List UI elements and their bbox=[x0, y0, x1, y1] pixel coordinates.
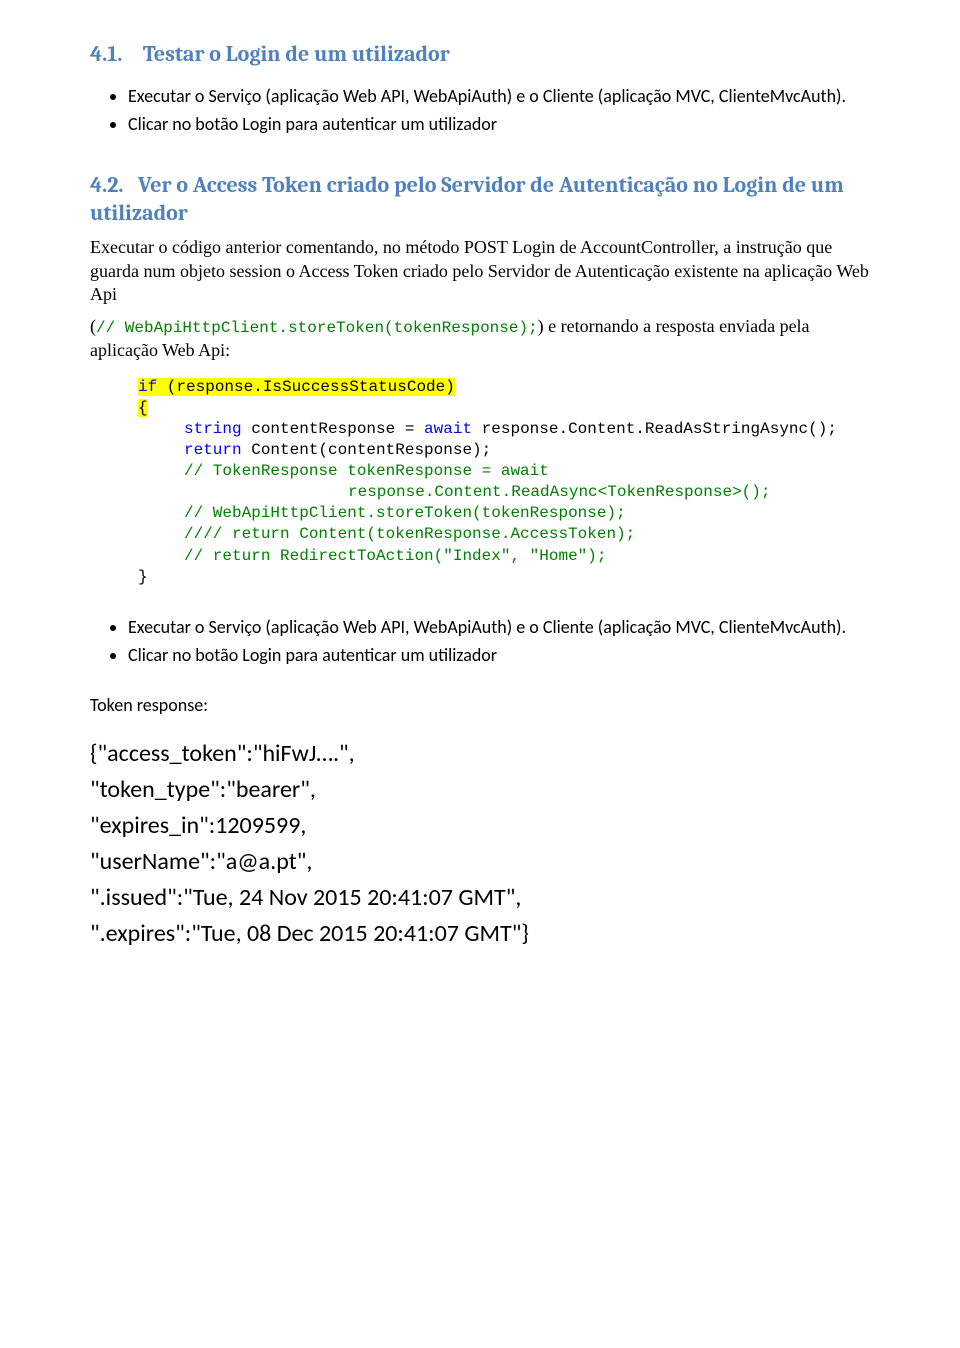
keyword-return: return bbox=[184, 441, 242, 459]
list-item: Clicar no botão Login para autenticar um… bbox=[128, 642, 870, 668]
section-heading-4-2: 4.2.Ver o Access Token criado pelo Servi… bbox=[90, 171, 870, 228]
section-title: Ver o Access Token criado pelo Servidor … bbox=[90, 172, 844, 227]
section-heading-4-1: 4.1. Testar o Login de um utilizador bbox=[90, 40, 870, 69]
code-comment-line: // WebApiHttpClient.storeToken(tokenResp… bbox=[138, 503, 870, 524]
code-line: string contentResponse = await response.… bbox=[138, 419, 870, 440]
code-line: } bbox=[138, 567, 870, 588]
code-line: { bbox=[138, 398, 870, 419]
json-line: ".expires":"Tue, 08 Dec 2015 20:41:07 GM… bbox=[90, 916, 870, 952]
keyword-if: if bbox=[138, 378, 157, 396]
list-item: Executar o Serviço (aplicação Web API, W… bbox=[128, 83, 870, 109]
paragraph-text: Executar o código anterior comentando, n… bbox=[90, 237, 869, 305]
paragraph-inline-code: (// WebApiHttpClient.storeToken(tokenRes… bbox=[90, 315, 870, 363]
code-line: if (response.IsSuccessStatusCode) bbox=[138, 377, 870, 398]
section-number: 4.1. bbox=[90, 40, 138, 69]
list-item: Clicar no botão Login para autenticar um… bbox=[128, 111, 870, 137]
keyword-string: string bbox=[184, 420, 242, 438]
code-block: if (response.IsSuccessStatusCode) { stri… bbox=[138, 377, 870, 588]
code-comment-line: // return RedirectToAction("Index", "Hom… bbox=[138, 546, 870, 567]
code-text: Content(contentResponse); bbox=[242, 441, 492, 459]
inline-code-comment: // WebApiHttpClient.storeToken(tokenResp… bbox=[96, 319, 538, 337]
code-text: (response.IsSuccessStatusCode) bbox=[157, 378, 455, 396]
code-comment-line: // TokenResponse tokenResponse = await bbox=[138, 461, 870, 482]
paragraph: Executar o código anterior comentando, n… bbox=[90, 236, 870, 307]
code-text: response.Content.ReadAsStringAsync(); bbox=[472, 420, 837, 438]
bullet-list-4-2: Executar o Serviço (aplicação Web API, W… bbox=[90, 614, 870, 668]
open-brace: { bbox=[138, 399, 148, 417]
json-line: "expires_in":1209599, bbox=[90, 808, 870, 844]
keyword-await: await bbox=[424, 420, 472, 438]
code-text: contentResponse = bbox=[242, 420, 424, 438]
bullet-list-4-1: Executar o Serviço (aplicação Web API, W… bbox=[90, 83, 870, 137]
json-line: "userName":"a@a.pt", bbox=[90, 844, 870, 880]
list-item: Executar o Serviço (aplicação Web API, W… bbox=[128, 614, 870, 640]
token-response-label: Token response: bbox=[90, 694, 870, 716]
code-line: return Content(contentResponse); bbox=[138, 440, 870, 461]
json-line: "token_type":"bearer", bbox=[90, 772, 870, 808]
json-line: ".issued":"Tue, 24 Nov 2015 20:41:07 GMT… bbox=[90, 880, 870, 916]
code-comment-line: //// return Content(tokenResponse.Access… bbox=[138, 524, 870, 545]
section-title: Testar o Login de um utilizador bbox=[143, 41, 450, 67]
token-response-json: {"access_token":"hiFwJ….", "token_type":… bbox=[90, 736, 870, 952]
section-number: 4.2. bbox=[90, 171, 138, 200]
code-comment-continuation: response.Content.ReadAsync<TokenResponse… bbox=[138, 482, 870, 503]
json-line: {"access_token":"hiFwJ….", bbox=[90, 736, 870, 772]
